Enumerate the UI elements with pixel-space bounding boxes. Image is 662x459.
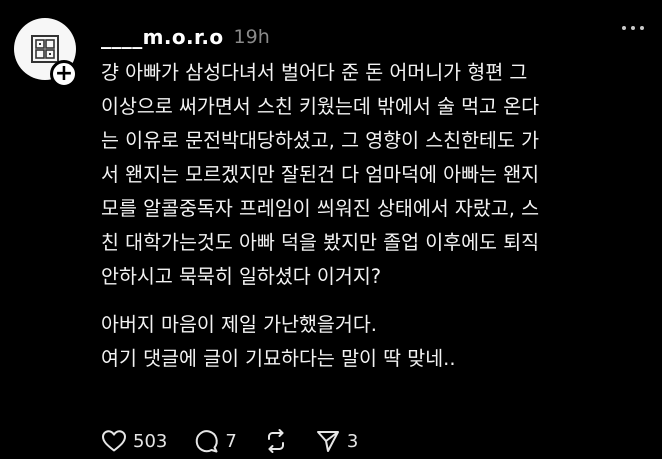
follow-plus-icon[interactable]: + [50, 60, 78, 88]
text-line: 이상으로 써가면서 스친 키웠는데 밖에서 술 먹고 온다 [101, 95, 540, 118]
post-body: 걍 아빠가 삼성다녀서 벌어다 준 돈 어머니가 형편 그 이상으로 써가면서 … [101, 56, 649, 376]
text-line: 서 왠지는 모르겠지만 잘된건 다 엄마덕에 아빠는 왠지 [101, 163, 540, 186]
more-icon[interactable] [622, 26, 644, 30]
text-line: 여기 댓글에 글이 기묘하다는 말이 딱 맞네.. [101, 347, 456, 370]
text-line: 는 이유로 문전박대당하셨고, 그 영향이 스친한테도 가 [101, 129, 540, 152]
action-bar: 503 7 3 [101, 424, 384, 458]
text-line: 걍 아빠가 삼성다녀서 벌어다 준 돈 어머니가 형편 그 [101, 61, 528, 84]
text-line: 안하시고 묵묵히 일하셨다 이거지? [101, 265, 382, 288]
reply-count: 7 [225, 430, 237, 452]
send-icon [316, 431, 339, 452]
username[interactable]: ____m.o.r.o [101, 25, 224, 49]
post-header: ____m.o.r.o 19h [101, 22, 270, 52]
comment-icon [196, 430, 219, 453]
share-button[interactable]: 3 [315, 428, 358, 454]
reply-button[interactable]: 7 [193, 428, 237, 454]
text-line: 아버지 마음이 제일 가난했을거다. [101, 313, 377, 336]
avatar-logo-icon [31, 35, 59, 63]
repost-button[interactable] [263, 428, 289, 454]
text-line: 친 대학가는것도 아빠 덕을 봤지만 졸업 이후에도 퇴직 [101, 231, 540, 254]
post-paragraph-2: 아버지 마음이 제일 가난했을거다. 여기 댓글에 글이 기묘하다는 말이 딱 … [101, 308, 649, 376]
post-paragraph-1: 걍 아빠가 삼성다녀서 벌어다 준 돈 어머니가 형편 그 이상으로 써가면서 … [101, 56, 649, 294]
share-count: 3 [346, 430, 359, 452]
heart-icon [102, 430, 126, 452]
repost-icon [267, 429, 284, 453]
like-count: 503 [133, 430, 168, 452]
like-button[interactable]: 503 [101, 429, 167, 453]
timestamp: 19h [233, 26, 270, 48]
text-line: 모를 알콜중독자 프레임이 씌워진 상태에서 자랐고, 스 [101, 197, 540, 220]
